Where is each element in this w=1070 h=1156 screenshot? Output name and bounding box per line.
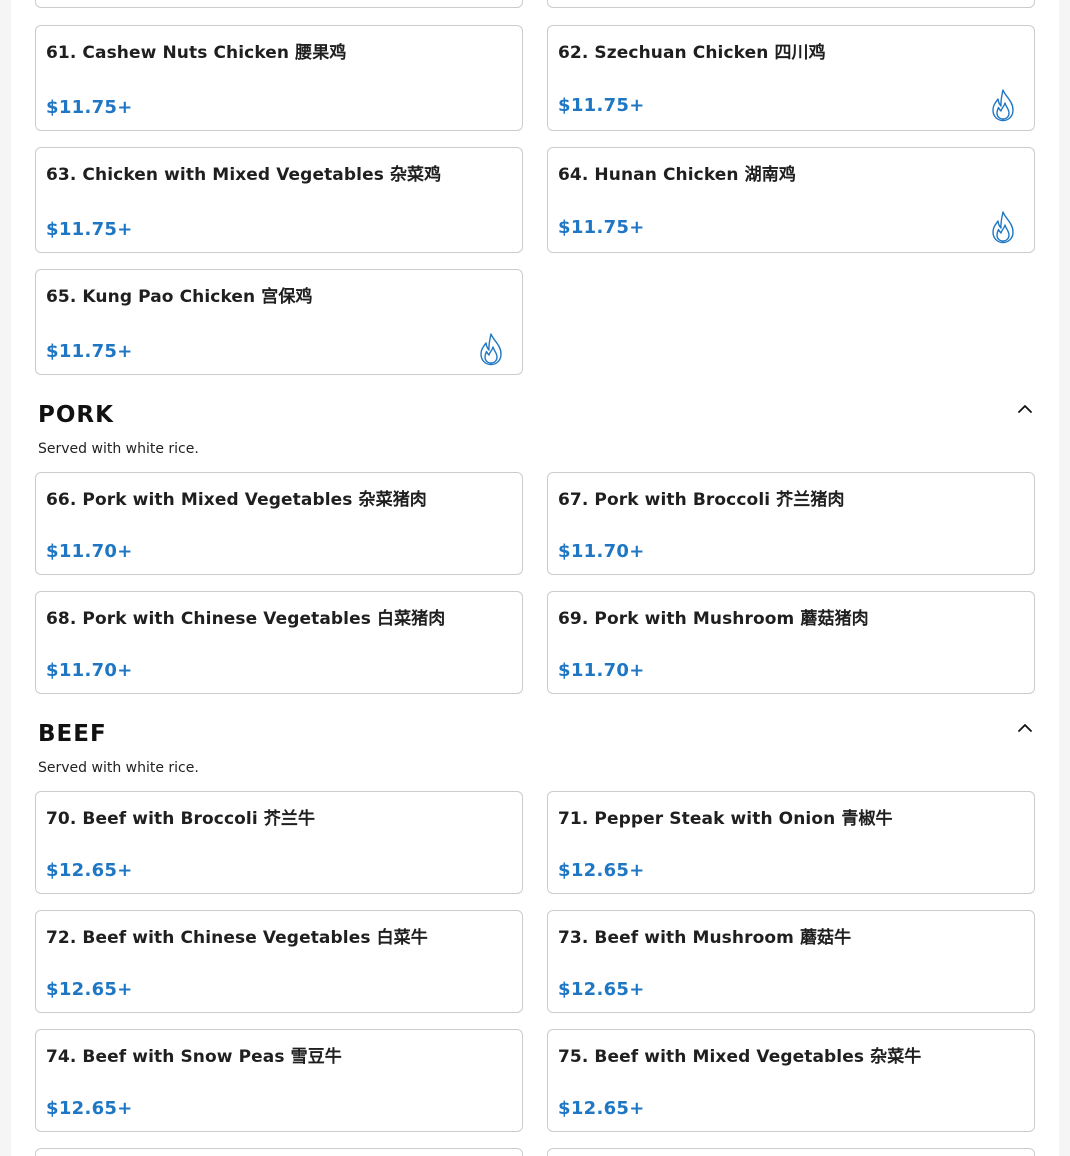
menu-item-price: $11.75+ — [46, 97, 133, 118]
menu-item-card[interactable]: 73. Beef with Mushroom 蘑菇牛 $12.65+ — [547, 910, 1035, 1013]
menu-item-card[interactable]: 75. Beef with Mixed Vegetables 杂菜牛 $12.6… — [547, 1029, 1035, 1132]
menu-item-price: $11.75+ — [558, 217, 645, 238]
menu-item-name: 63. Chicken with Mixed Vegetables 杂菜鸡 — [46, 165, 442, 185]
menu-item-card[interactable] — [35, 0, 523, 8]
menu-item-card[interactable] — [35, 1148, 523, 1156]
menu-item-card[interactable]: 74. Beef with Snow Peas 雪豆牛 $12.65+ — [35, 1029, 523, 1132]
menu-item-name: 64. Hunan Chicken 湖南鸡 — [558, 165, 796, 185]
menu-item-card[interactable] — [547, 0, 1035, 8]
chevron-up-icon[interactable] — [1016, 400, 1034, 418]
menu-item-price: $12.65+ — [46, 1098, 133, 1119]
menu-item-name: 61. Cashew Nuts Chicken 腰果鸡 — [46, 43, 347, 63]
menu-item-name: 72. Beef with Chinese Vegetables 白菜牛 — [46, 928, 428, 948]
menu-item-card[interactable]: 72. Beef with Chinese Vegetables 白菜牛 $12… — [35, 910, 523, 1013]
menu-item-card[interactable] — [547, 1148, 1035, 1156]
menu-item-price: $12.65+ — [46, 979, 133, 1000]
menu-item-card[interactable]: 70. Beef with Broccoli 芥兰牛 $12.65+ — [35, 791, 523, 894]
section-description: Served with white rice. — [38, 441, 199, 457]
flame-icon — [990, 88, 1016, 122]
menu-item-name: 67. Pork with Broccoli 芥兰猪肉 — [558, 490, 845, 510]
menu-item-card[interactable]: 63. Chicken with Mixed Vegetables 杂菜鸡 $1… — [35, 147, 523, 253]
menu-item-name: 66. Pork with Mixed Vegetables 杂菜猪肉 — [46, 490, 427, 510]
menu-item-name: 70. Beef with Broccoli 芥兰牛 — [46, 809, 316, 829]
menu-content: 61. Cashew Nuts Chicken 腰果鸡 $11.75+ 62. … — [35, 0, 1035, 1156]
menu-item-price: $12.65+ — [558, 1098, 645, 1119]
menu-item-card[interactable]: 68. Pork with Chinese Vegetables 白菜猪肉 $1… — [35, 591, 523, 694]
menu-item-card[interactable]: 64. Hunan Chicken 湖南鸡 $11.75+ — [547, 147, 1035, 253]
menu-item-card[interactable]: 61. Cashew Nuts Chicken 腰果鸡 $11.75+ — [35, 25, 523, 131]
menu-item-card[interactable]: 65. Kung Pao Chicken 宫保鸡 $11.75+ — [35, 269, 523, 375]
section-title-beef: BEEF — [38, 721, 107, 747]
menu-item-price: $12.65+ — [46, 860, 133, 881]
menu-item-name: 75. Beef with Mixed Vegetables 杂菜牛 — [558, 1047, 922, 1067]
menu-item-price: $12.65+ — [558, 979, 645, 1000]
menu-item-price: $12.65+ — [558, 860, 645, 881]
menu-item-price: $11.75+ — [46, 219, 133, 240]
menu-item-price: $11.75+ — [558, 95, 645, 116]
menu-item-name: 62. Szechuan Chicken 四川鸡 — [558, 43, 826, 63]
menu-item-name: 65. Kung Pao Chicken 宫保鸡 — [46, 287, 313, 307]
menu-item-card[interactable]: 71. Pepper Steak with Onion 青椒牛 $12.65+ — [547, 791, 1035, 894]
flame-icon — [478, 332, 504, 366]
menu-item-card[interactable]: 69. Pork with Mushroom 蘑菇猪肉 $11.70+ — [547, 591, 1035, 694]
menu-item-name: 73. Beef with Mushroom 蘑菇牛 — [558, 928, 852, 948]
menu-item-price: $11.70+ — [46, 541, 133, 562]
menu-item-price: $11.70+ — [558, 541, 645, 562]
menu-item-card[interactable]: 67. Pork with Broccoli 芥兰猪肉 $11.70+ — [547, 472, 1035, 575]
section-description: Served with white rice. — [38, 760, 199, 776]
menu-item-card[interactable]: 62. Szechuan Chicken 四川鸡 $11.75+ — [547, 25, 1035, 131]
menu-item-price: $11.70+ — [558, 660, 645, 681]
menu-page: 61. Cashew Nuts Chicken 腰果鸡 $11.75+ 62. … — [11, 0, 1059, 1156]
chevron-up-icon[interactable] — [1016, 719, 1034, 737]
menu-item-name: 69. Pork with Mushroom 蘑菇猪肉 — [558, 609, 869, 629]
menu-item-card[interactable]: 66. Pork with Mixed Vegetables 杂菜猪肉 $11.… — [35, 472, 523, 575]
menu-item-name: 68. Pork with Chinese Vegetables 白菜猪肉 — [46, 609, 446, 629]
section-title-pork: PORK — [38, 402, 114, 428]
menu-item-name: 74. Beef with Snow Peas 雪豆牛 — [46, 1047, 342, 1067]
menu-item-price: $11.75+ — [46, 341, 133, 362]
menu-item-price: $11.70+ — [46, 660, 133, 681]
flame-icon — [990, 210, 1016, 244]
menu-item-name: 71. Pepper Steak with Onion 青椒牛 — [558, 809, 893, 829]
